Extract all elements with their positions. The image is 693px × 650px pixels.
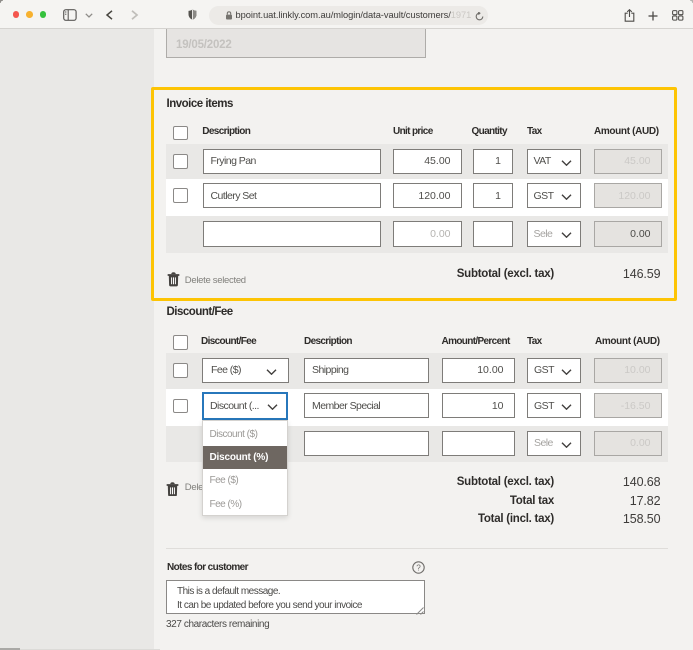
svg-text:?: ? [416,563,421,572]
